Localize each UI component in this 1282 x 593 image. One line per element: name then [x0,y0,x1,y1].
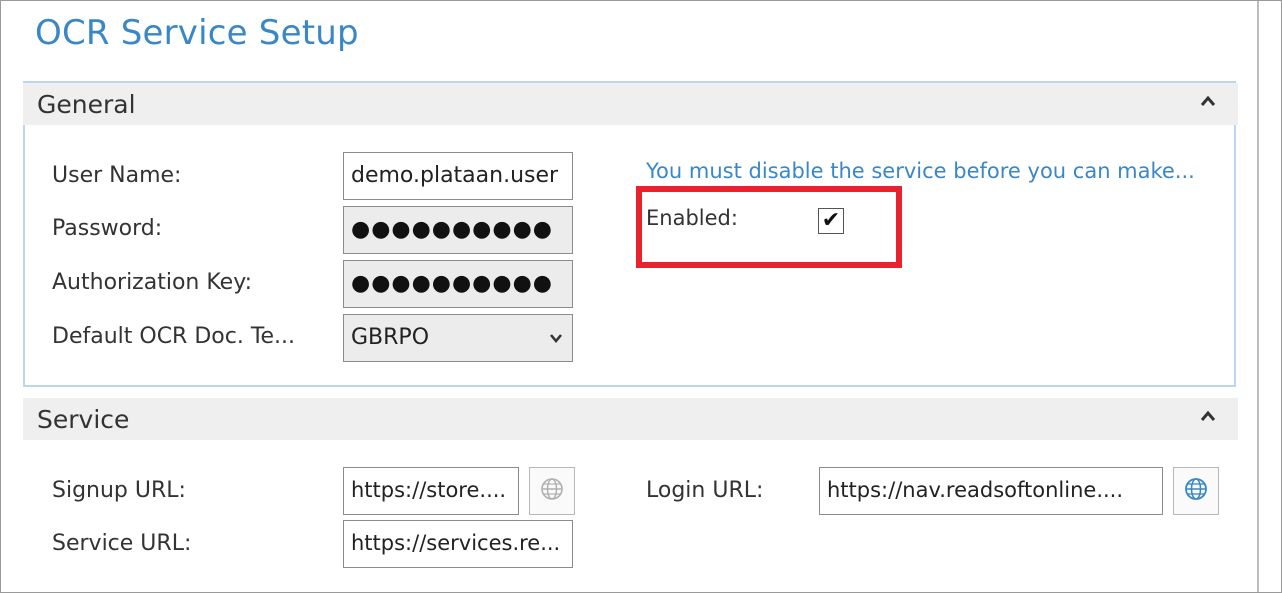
checkmark-icon: ✔ [821,208,841,233]
password-label: Password: [52,216,163,241]
page-title: OCR Service Setup [35,13,359,53]
default-ocr-template-value: GBRPO [351,325,430,350]
service-url-field[interactable]: https://services.re... [343,520,573,568]
signup-url-field[interactable]: https://store.... [343,467,519,515]
signup-url-label: Signup URL: [52,478,186,503]
chevron-down-icon[interactable] [549,327,563,348]
ocr-setup-page: OCR Service Setup General User Name: dem… [0,0,1282,593]
authorization-key-mask: ●●●●●●●●●● [351,271,553,296]
password-mask: ●●●●●●●●●● [351,217,553,242]
user-name-label: User Name: [52,163,182,188]
login-url-field[interactable]: https://nav.readsoftonline.... [819,467,1163,515]
service-url-label: Service URL: [52,531,192,556]
default-ocr-template-select[interactable]: GBRPO [343,314,573,362]
login-url-open-button[interactable] [1173,467,1219,515]
general-section-label: General [37,90,136,119]
disable-service-note[interactable]: You must disable the service before you … [646,159,1195,183]
default-ocr-template-label: Default OCR Doc. Te... [52,324,296,349]
authorization-key-field[interactable]: ●●●●●●●●●● [343,260,573,308]
chevron-up-icon[interactable] [1200,91,1216,112]
user-name-field[interactable]: demo.plataan.user [343,152,573,200]
scrollbar-track[interactable] [1257,1,1259,592]
enabled-label: Enabled: [646,206,738,230]
globe-icon [540,477,564,505]
authorization-key-label: Authorization Key: [52,270,253,295]
password-field[interactable]: ●●●●●●●●●● [343,206,573,254]
chevron-up-icon[interactable] [1200,406,1216,427]
service-section-label: Service [37,405,130,434]
signup-url-open-button[interactable] [529,467,575,515]
service-section-header[interactable]: Service [23,398,1238,440]
globe-icon [1184,477,1208,505]
login-url-label: Login URL: [646,478,764,503]
enabled-checkbox[interactable]: ✔ [818,208,844,234]
general-section-header[interactable]: General [23,83,1238,125]
